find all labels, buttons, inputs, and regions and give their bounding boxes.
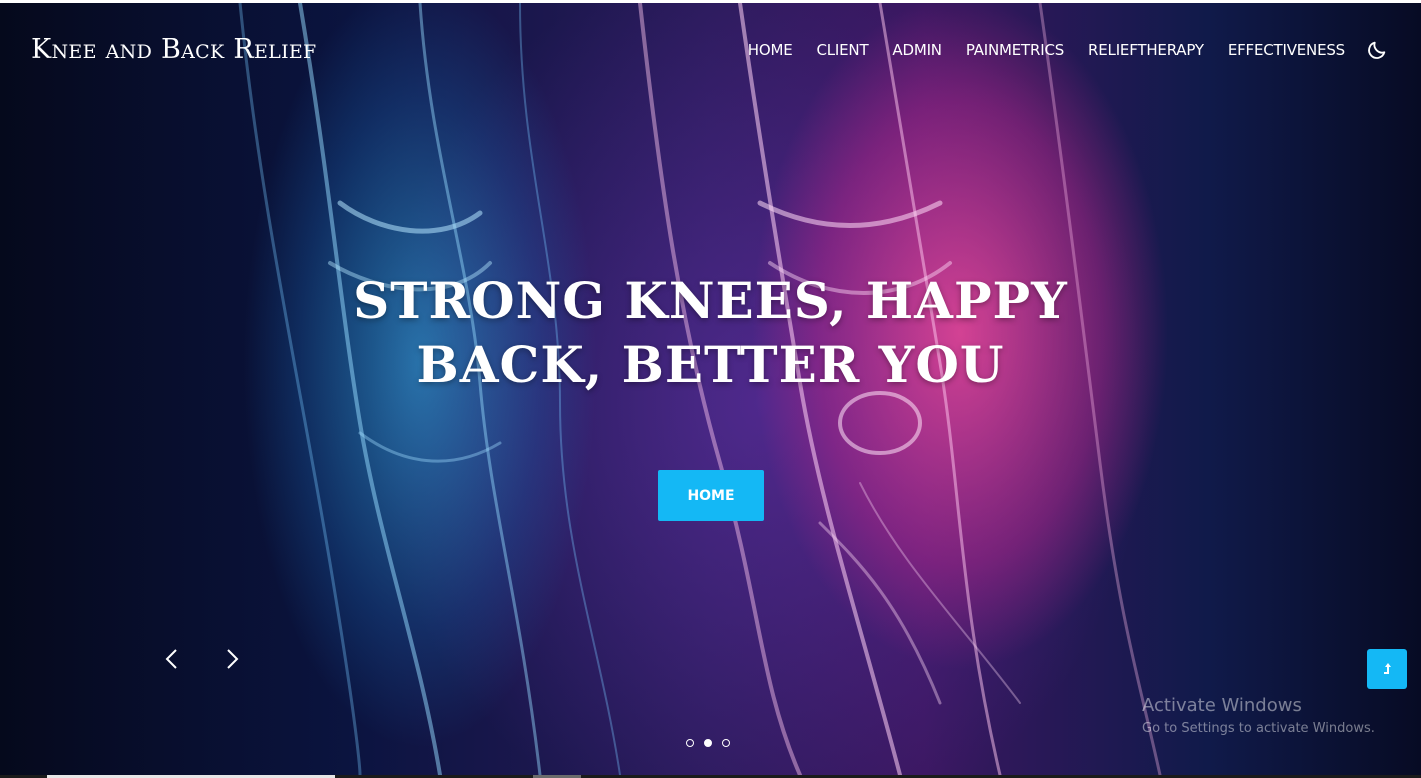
nav-item-admin[interactable]: ADMIN — [892, 41, 942, 59]
hero-headline: STRONG KNEES, HAPPY BACK, BETTER YOU — [300, 269, 1121, 397]
carousel-indicators — [686, 739, 730, 747]
windows-watermark-title: Activate Windows — [1142, 695, 1302, 716]
back-to-top-button[interactable] — [1367, 649, 1407, 689]
moon-icon[interactable] — [1366, 39, 1388, 61]
carousel-indicator-3[interactable] — [722, 739, 730, 747]
nav-item-painmetrics[interactable]: PAINMETRICS — [966, 41, 1064, 59]
arrow-up-icon — [1384, 663, 1391, 674]
hero-home-button[interactable]: HOME — [658, 470, 764, 521]
hero-headline-line1: STRONG KNEES, HAPPY — [353, 271, 1068, 330]
nav-item-client[interactable]: CLIENT — [817, 41, 869, 59]
brand-logo[interactable]: Knee and Back Relief — [31, 34, 317, 65]
nav-item-home[interactable]: HOME — [748, 41, 793, 59]
carousel-indicator-1[interactable] — [686, 739, 694, 747]
hero-carousel: Knee and Back Relief HOME CLIENT ADMIN P… — [0, 3, 1421, 775]
main-nav: HOME CLIENT ADMIN PAINMETRICS RELIEFTHER… — [748, 41, 1345, 59]
nav-item-relieftherapy[interactable]: RELIEFTHERAPY — [1088, 41, 1204, 59]
hero-headline-line2: BACK, BETTER YOU — [416, 335, 1005, 394]
windows-watermark-subtitle: Go to Settings to activate Windows. — [1142, 721, 1375, 736]
chevron-left-icon[interactable] — [161, 647, 183, 671]
nav-item-effectiveness[interactable]: EFFECTIVENESS — [1228, 41, 1345, 59]
chevron-right-icon[interactable] — [221, 647, 243, 671]
carousel-indicator-2[interactable] — [704, 739, 712, 747]
